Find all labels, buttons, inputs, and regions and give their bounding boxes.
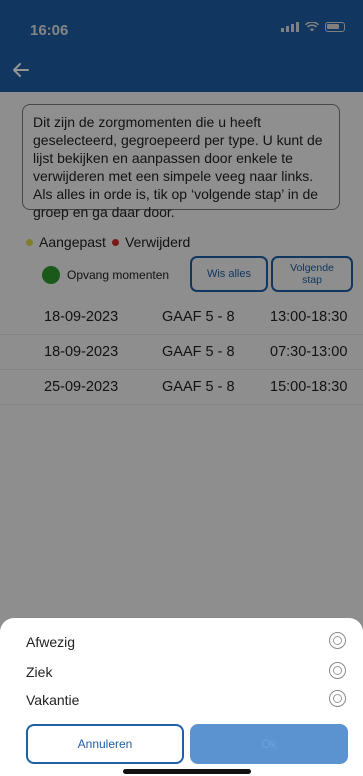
option-afwezig[interactable]: Afwezig: [26, 630, 346, 656]
bottom-sheet: Afwezig Ziek Vakantie Annuleren Ok: [0, 618, 363, 776]
radio-button[interactable]: [329, 690, 346, 707]
cancel-button[interactable]: Annuleren: [26, 724, 184, 764]
ok-button[interactable]: Ok: [190, 724, 348, 764]
option-vakantie[interactable]: Vakantie: [26, 688, 346, 714]
radio-button[interactable]: [329, 632, 346, 649]
option-label: Ziek: [26, 664, 53, 680]
option-label: Afwezig: [26, 634, 76, 650]
option-ziek[interactable]: Ziek: [26, 660, 346, 686]
radio-button[interactable]: [329, 662, 346, 679]
home-indicator: [123, 769, 251, 774]
option-label: Vakantie: [26, 692, 80, 708]
